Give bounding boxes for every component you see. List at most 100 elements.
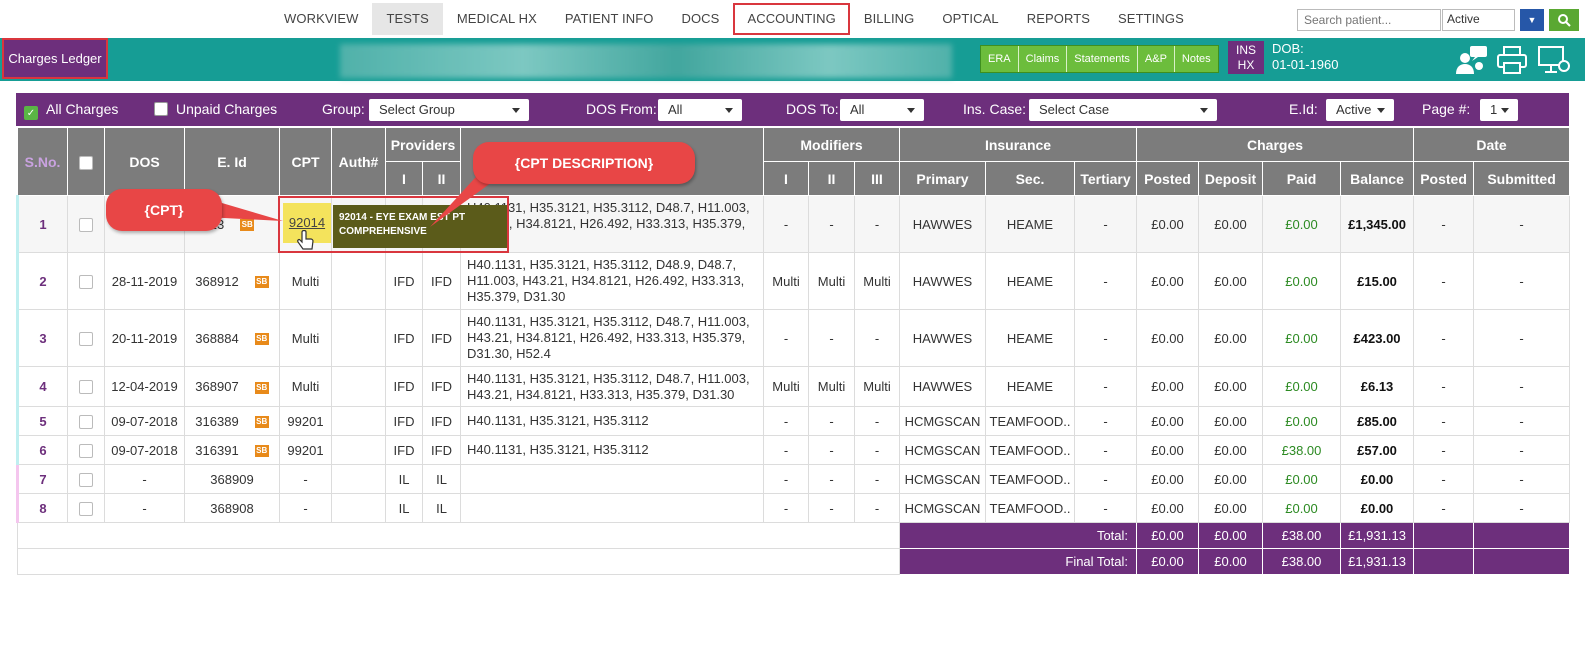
sb-badge[interactable]: SB <box>254 381 269 394</box>
cell-m1: Multi <box>763 252 809 310</box>
cell-sec: TEAMFOOD.. <box>985 435 1075 465</box>
cell-p1: IFD <box>385 435 423 465</box>
tab-patient-info[interactable]: PATIENT INFO <box>551 3 668 35</box>
tab-medical-hx[interactable]: MEDICAL HX <box>443 3 551 35</box>
search-button[interactable] <box>1549 9 1579 31</box>
totals-label: Final Total: <box>898 548 1138 575</box>
charges-ledger-button[interactable]: Charges Ledger <box>2 38 108 79</box>
checkbox-icon[interactable] <box>79 217 93 232</box>
page-select[interactable]: 1 <box>1480 99 1518 121</box>
row-checkbox[interactable] <box>67 366 105 407</box>
tab-tests[interactable]: TESTS <box>372 3 443 35</box>
cell-posted: £0.00 <box>1136 195 1200 253</box>
table-row[interactable]: 5 09-07-2018 316389 SB 99201 IFD IFD H40.1131, … <box>16 406 1571 436</box>
printer-icon[interactable] <box>1495 44 1529 76</box>
total-value: £0.00 <box>1198 522 1264 549</box>
all-charges-filter[interactable]: ✓ All Charges <box>24 101 118 120</box>
table-row[interactable]: 8-368908- IL IL - - - HCMGSCAN TEAMFOOD.. - £0.00… <box>16 493 1571 523</box>
sb-badge[interactable]: SB <box>254 276 269 289</box>
sb-badge[interactable]: SB <box>254 445 269 458</box>
col-cpt[interactable]: CPT <box>279 127 332 196</box>
unpaid-charges-filter[interactable]: Unpaid Charges <box>154 101 277 117</box>
sb-badge[interactable]: SB <box>254 416 269 429</box>
cell-deposit: £0.00 <box>1198 406 1264 436</box>
cell-balance: £0.00 <box>1340 464 1415 494</box>
select-all-checkbox-icon[interactable] <box>79 155 93 170</box>
cell-auth <box>331 309 386 367</box>
table-row[interactable]: 3 20-11-2019 368884 SB Multi IFD IFD H40.1131, … <box>16 309 1571 367</box>
search-patient-input[interactable] <box>1297 9 1441 31</box>
checkbox-icon[interactable] <box>79 414 93 429</box>
cell-m2: - <box>808 464 855 494</box>
tab-docs[interactable]: DOCS <box>667 3 733 35</box>
ap-button[interactable]: A&P <box>1137 46 1175 72</box>
col-select-all[interactable] <box>67 127 105 196</box>
cell-m2: - <box>808 195 855 253</box>
row-checkbox[interactable] <box>67 435 105 465</box>
cell-dos: 20-11-2019 <box>104 309 185 367</box>
status-select[interactable]: Active <box>1442 9 1515 31</box>
col-sno[interactable]: S.No. <box>17 127 68 196</box>
ins-case-select[interactable]: Select Case <box>1029 99 1217 121</box>
eid-value: 316391 <box>195 442 239 458</box>
cell-sec: HEAME <box>985 252 1075 310</box>
cell-paid: £0.00 <box>1262 493 1342 523</box>
col-eid[interactable]: E. Id <box>184 127 280 196</box>
cell-p2: IFD <box>422 252 461 310</box>
cell-m3: - <box>854 464 900 494</box>
row-checkbox[interactable] <box>67 252 105 310</box>
col-auth[interactable]: Auth# <box>331 127 386 196</box>
tab-optical[interactable]: OPTICAL <box>928 3 1012 35</box>
monitor-settings-icon[interactable] <box>1537 44 1571 76</box>
tab-accounting[interactable]: ACCOUNTING <box>733 3 850 35</box>
cell-primary: HAWWES <box>899 252 986 310</box>
page-label: Page #: <box>1422 101 1471 117</box>
row-checkbox[interactable] <box>67 406 105 436</box>
dos-from-select[interactable]: All <box>658 99 742 121</box>
checkbox-icon[interactable] <box>79 380 93 395</box>
checkbox-icon[interactable] <box>79 443 93 458</box>
tab-workview[interactable]: WORKVIEW <box>270 3 372 35</box>
cell-primary: HAWWES <box>899 366 986 407</box>
group-select[interactable]: Select Group <box>369 99 529 121</box>
checkbox-icon[interactable] <box>154 102 168 116</box>
row-checkbox[interactable] <box>67 493 105 523</box>
table-row[interactable]: 7-368909- IL IL - - - HCMGSCAN TEAMFOOD.. - £0.00… <box>16 464 1571 494</box>
status-dropdown-button[interactable]: ▼ <box>1520 9 1544 31</box>
notes-button[interactable]: Notes <box>1174 46 1218 72</box>
checkbox-icon[interactable] <box>79 331 93 346</box>
cell-sec: TEAMFOOD.. <box>985 493 1075 523</box>
cell-balance: £6.13 <box>1340 366 1415 407</box>
tab-billing[interactable]: BILLING <box>850 3 929 35</box>
table-row[interactable]: 6 09-07-2018 316391 SB 99201 IFD IFD H40.1131, … <box>16 435 1571 465</box>
row-checkbox[interactable] <box>67 464 105 494</box>
statements-button[interactable]: Statements <box>1067 46 1138 72</box>
table-row[interactable]: 2 28-11-2019 368912 SB Multi IFD IFD H40.1131, … <box>16 252 1571 310</box>
checkbox-checked-icon[interactable]: ✓ <box>24 106 38 120</box>
tab-reports[interactable]: REPORTS <box>1013 3 1104 35</box>
table-row[interactable]: 4 12-04-2019 368907 SB Multi IFD IFD H40.1131, … <box>16 366 1571 407</box>
cell-auth <box>331 252 386 310</box>
checkbox-icon[interactable] <box>79 274 93 289</box>
checkbox-icon[interactable] <box>79 472 93 487</box>
ins-label: INS <box>1235 43 1256 57</box>
row-checkbox[interactable] <box>67 195 105 253</box>
cell-cpt: Multi <box>279 309 332 367</box>
checkbox-icon[interactable] <box>79 501 93 516</box>
tab-settings[interactable]: SETTINGS <box>1104 3 1198 35</box>
dos-to-select[interactable]: All <box>840 99 924 121</box>
eid-select[interactable]: Active <box>1326 99 1394 121</box>
claims-button[interactable]: Claims <box>1018 46 1068 72</box>
cell-eid: 368884 SB <box>184 309 280 367</box>
sb-badge[interactable]: SB <box>254 333 269 346</box>
era-button[interactable]: ERA <box>981 46 1019 72</box>
col-dos[interactable]: DOS <box>104 127 185 196</box>
users-chat-icon[interactable] <box>1455 44 1489 76</box>
ins-hx-button[interactable]: INS HX <box>1228 41 1264 74</box>
row-checkbox[interactable] <box>67 309 105 367</box>
eid-label: E.Id: <box>1289 101 1318 117</box>
cell-balance: £1,345.00 <box>1340 195 1415 253</box>
cell-cpt: Multi <box>279 366 332 407</box>
col-secondary: Sec. <box>985 161 1075 196</box>
cell-p1: IFD <box>385 366 423 407</box>
